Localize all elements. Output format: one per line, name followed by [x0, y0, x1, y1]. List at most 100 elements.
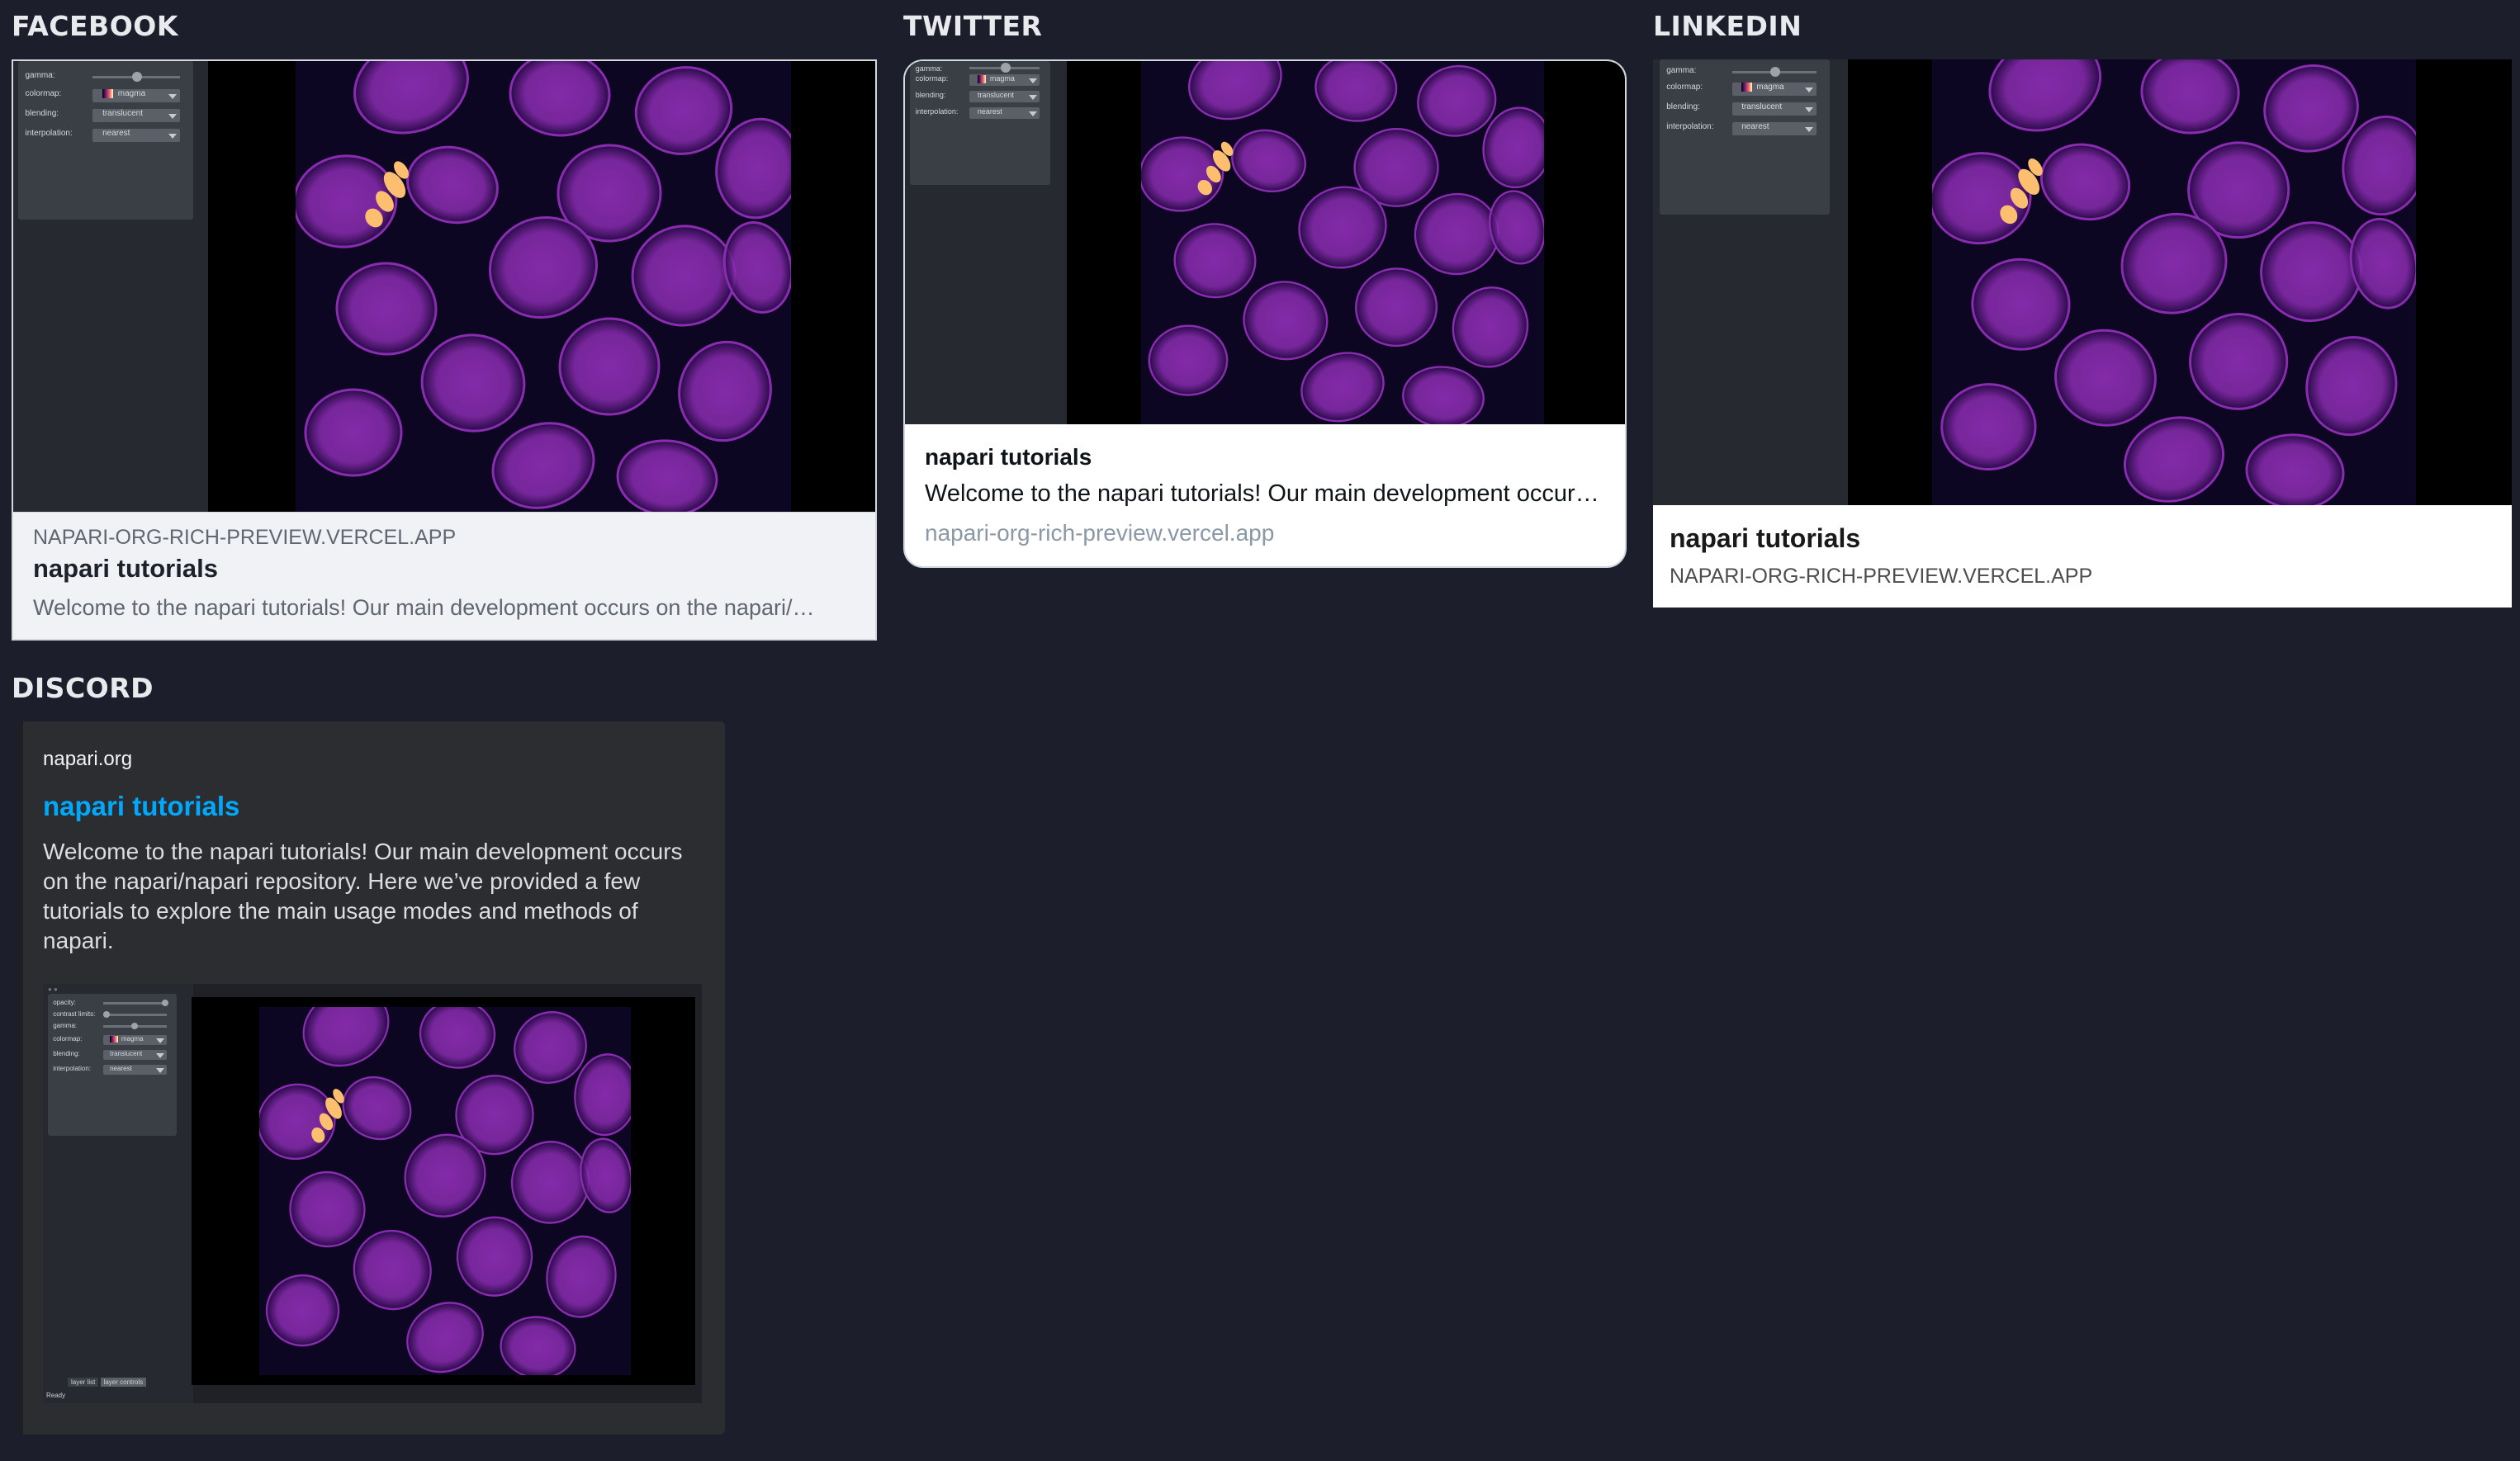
nucleus	[456, 1216, 533, 1297]
colormap-row: colormap: magma	[1666, 83, 1823, 96]
nucleus	[1971, 258, 2071, 351]
discord-description: Welcome to the napari tutorials! Our mai…	[43, 839, 683, 953]
chevron-down-icon	[155, 1053, 164, 1059]
linkedin-section-title: LINKEDIN	[1653, 10, 1802, 42]
nucleus	[335, 262, 438, 356]
nucleus	[1355, 267, 1438, 348]
nucleus	[1489, 190, 1544, 265]
colormap-dropdown: magma	[102, 1035, 168, 1045]
nucleus	[2189, 313, 2289, 410]
chevron-down-icon	[1805, 106, 1814, 112]
nuclei-image	[296, 61, 791, 512]
twitter-title[interactable]: napari tutorials	[925, 444, 1092, 470]
blending-row: blending: translucent	[25, 109, 186, 122]
interpolation-value: nearest	[977, 107, 1002, 116]
twitter-preview-card[interactable]: gamma: colormap: magma blending: translu…	[903, 59, 1627, 568]
nucleus	[1148, 324, 1229, 396]
blending-value: translucent	[110, 1050, 143, 1057]
nucleus	[342, 1076, 412, 1141]
colormap-row: colormap: magma	[916, 74, 1044, 86]
blending-value: translucent	[977, 91, 1014, 99]
colormap-row: colormap: magma	[53, 1035, 172, 1045]
chevron-down-icon	[168, 93, 177, 99]
nucleus	[2140, 59, 2240, 135]
nucleus	[2054, 329, 2157, 427]
nucleus	[1314, 61, 1398, 122]
interpolation-label: interpolation:	[1666, 122, 1714, 131]
chevron-down-icon	[1805, 87, 1814, 92]
interpolation-dropdown: nearest	[1731, 122, 1817, 135]
chevron-down-icon	[1028, 78, 1037, 83]
nucleus	[2245, 433, 2345, 505]
slider-knob	[1769, 67, 1780, 77]
interpolation-label: interpolation:	[53, 1065, 92, 1072]
nucleus	[1243, 281, 1329, 361]
blending-dropdown: translucent	[92, 109, 180, 122]
colormap-label: colormap:	[1666, 83, 1703, 92]
facebook-description: Welcome to the napari tutorials! Our mai…	[33, 595, 815, 620]
colormap-value: magma	[121, 1035, 144, 1043]
interpolation-row: interpolation: nearest	[1666, 122, 1823, 135]
blending-value: translucent	[1741, 102, 1783, 111]
twitter-domain: napari-org-rich-preview.vercel.app	[925, 520, 1275, 546]
gamma-row: gamma:	[1666, 66, 1823, 78]
discord-embed-card: napari.org napari tutorials Welcome to t…	[17, 721, 725, 1435]
interpolation-row: interpolation: nearest	[25, 129, 186, 142]
gamma-slider	[969, 63, 1040, 73]
interpolation-label: interpolation:	[915, 107, 959, 116]
facebook-title[interactable]: napari tutorials	[33, 554, 218, 584]
magma-swatch-icon	[102, 89, 114, 99]
discord-section-title: DISCORD	[12, 672, 154, 704]
gamma-label: gamma:	[1666, 66, 1697, 75]
nucleus	[2349, 217, 2416, 310]
chevron-down-icon	[1028, 94, 1037, 100]
linkedin-preview-card[interactable]: gamma: colormap: magma blending: translu…	[1653, 59, 2512, 608]
contrast-row: contrast limits:	[53, 1010, 172, 1019]
status-bar: Ready	[46, 1392, 66, 1399]
colormap-label: colormap:	[53, 1035, 83, 1043]
slider-knob	[161, 1000, 168, 1006]
interpolation-value: nearest	[1741, 122, 1769, 131]
preview-image: gamma: colormap: magma blending: translu…	[905, 61, 1625, 424]
layer-tabs: layer list layer controls	[68, 1378, 147, 1387]
window-dots-icon: ● ●	[48, 986, 58, 993]
colormap-dropdown: magma	[92, 89, 180, 102]
blending-row: blending: translucent	[53, 1050, 172, 1060]
nucleus	[500, 1316, 576, 1375]
nuclei-image	[259, 1007, 631, 1375]
nucleus	[616, 439, 718, 512]
linkedin-title[interactable]: napari tutorials	[1670, 523, 1860, 554]
discord-provider[interactable]: napari.org	[43, 748, 132, 771]
nucleus	[580, 1137, 631, 1213]
nucleus	[1988, 59, 2102, 132]
nucleus	[2039, 143, 2131, 221]
nuclei-cells	[296, 61, 791, 512]
nuclei-cells	[1141, 61, 1544, 424]
nucleus	[1300, 352, 1385, 423]
colormap-value: magma	[1756, 83, 1784, 92]
interpolation-value: nearest	[102, 129, 130, 138]
preview-image[interactable]: ● ● opacity: contrast limits: gamma: col…	[43, 984, 702, 1403]
facebook-preview-card[interactable]: gamma: colormap: magma blending: translu…	[12, 59, 877, 641]
nucleus	[1173, 223, 1257, 299]
chevron-down-icon	[168, 113, 177, 119]
nucleus	[2305, 336, 2398, 437]
discord-title[interactable]: napari tutorials	[43, 791, 239, 822]
preview-image: gamma: colormap: magma blending: translu…	[13, 61, 875, 512]
napari-layer-panel: gamma: colormap: magma blending: translu…	[905, 61, 1067, 424]
canvas-area	[192, 997, 695, 1385]
chevron-down-icon	[155, 1038, 164, 1044]
twitter-description: Welcome to the napari tutorials! Our mai…	[925, 480, 1607, 507]
chevron-down-icon	[155, 1068, 164, 1074]
nucleus	[678, 340, 772, 442]
nucleus	[419, 1007, 496, 1069]
nucleus	[289, 1170, 366, 1248]
interpolation-label: interpolation:	[25, 129, 73, 138]
nucleus	[546, 1235, 617, 1318]
gamma-slider	[92, 72, 180, 82]
contrast-label: contrast limits:	[53, 1010, 96, 1018]
gamma-slider	[1731, 67, 1817, 77]
tab-layer-list: layer list	[68, 1378, 99, 1387]
gamma-label: gamma:	[53, 1022, 78, 1029]
facebook-domain: NAPARI-ORG-RICH-PREVIEW.VERCEL.APP	[33, 526, 457, 549]
